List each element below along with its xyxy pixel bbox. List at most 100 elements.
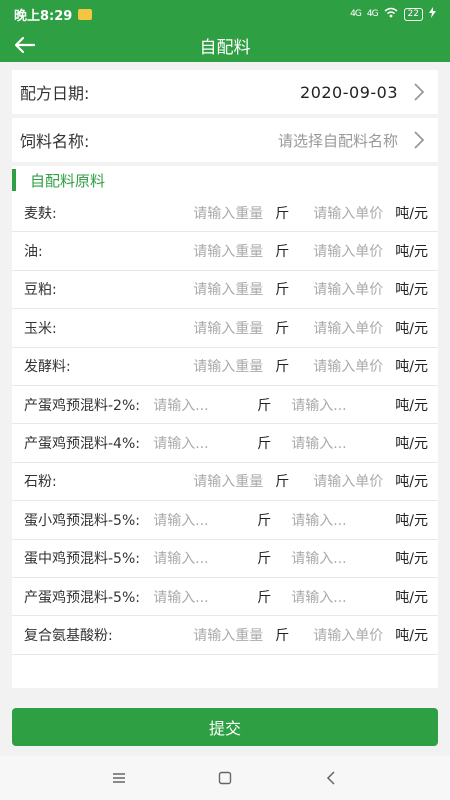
- chevron-right-icon: [408, 79, 430, 105]
- price-unit: 吨/元: [395, 359, 428, 376]
- ingredient-name: 产蛋鸡预混料-4%:: [24, 436, 140, 453]
- price-input[interactable]: 请输入单价: [313, 241, 383, 261]
- price-input[interactable]: 请输入...: [291, 587, 383, 607]
- ingredient-name: 产蛋鸡预混料-2%:: [24, 397, 140, 414]
- ingredient-row: 蛋中鸡预混料-5%: 请输入... 斤请输入... 吨/元: [12, 540, 438, 578]
- status-icons: 4G 4G 22: [350, 7, 436, 21]
- date-value: 2020-09-03: [300, 82, 398, 102]
- price-input[interactable]: 请输入...: [291, 433, 383, 453]
- weight-input[interactable]: 请输入...: [153, 510, 245, 530]
- menu-icon[interactable]: [107, 766, 131, 790]
- ingredient-name: 复合氨基酸粉:: [24, 627, 113, 644]
- ingredient-name: 豆粕:: [24, 282, 57, 299]
- ingredient-name: 石粉:: [24, 474, 57, 491]
- ingredient-row: 复合氨基酸粉: 请输入重量斤 请输入单价 吨/元: [12, 616, 438, 655]
- feed-name-placeholder: 请选择自配料名称: [277, 131, 398, 150]
- weight-unit: 斤: [257, 589, 272, 606]
- price-unit: 吨/元: [395, 244, 428, 261]
- signal-icon: 4G: [350, 9, 362, 19]
- price-unit: 吨/元: [395, 320, 428, 337]
- ingredient-name: 麦麸:: [24, 205, 57, 222]
- ingredient-row: 油: 请输入重量斤 请输入单价 吨/元: [12, 232, 438, 271]
- price-unit: 吨/元: [395, 436, 428, 453]
- ingredient-row: 产蛋鸡预混料-5%: 请输入... 斤请输入... 吨/元: [12, 578, 438, 617]
- ingredient-name: 蛋中鸡预混料-5%:: [24, 551, 140, 568]
- price-input[interactable]: 请输入单价: [313, 356, 383, 376]
- status-bar: 晚上8:29 4G 4G 22: [0, 0, 450, 28]
- weight-unit: 斤: [275, 282, 290, 299]
- ingredient-row: 发酵料: 请输入重量斤 请输入单价 吨/元: [12, 348, 438, 386]
- weight-input[interactable]: 请输入重量: [193, 471, 263, 491]
- price-input[interactable]: 请输入单价: [313, 203, 383, 223]
- weight-input[interactable]: 请输入重量: [193, 625, 263, 645]
- weight-input[interactable]: 请输入...: [153, 548, 245, 568]
- page-title: 自配料: [199, 37, 251, 58]
- ingredient-row: 产蛋鸡预混料-2%: 请输入... 斤请输入... 吨/元: [12, 386, 438, 425]
- weight-unit: 斤: [275, 320, 290, 337]
- ingredient-name: 发酵料:: [24, 359, 71, 376]
- app-bar: 自配料: [0, 28, 450, 62]
- price-unit: 吨/元: [395, 512, 428, 529]
- ingredient-name: 蛋小鸡预混料-5%:: [24, 512, 140, 529]
- weight-unit: 斤: [275, 205, 290, 222]
- price-input[interactable]: 请输入...: [291, 510, 383, 530]
- arrow-left-icon: [15, 37, 35, 53]
- weight-unit: 斤: [275, 359, 290, 376]
- price-input[interactable]: 请输入单价: [313, 471, 383, 491]
- price-input[interactable]: 请输入单价: [313, 625, 383, 645]
- charging-icon: [429, 7, 436, 21]
- ingredient-row: 玉米: 请输入重量斤 请输入单价 吨/元: [12, 309, 438, 348]
- section-accent-bar: [12, 169, 16, 191]
- weight-unit: 斤: [257, 397, 272, 414]
- ingredients-card: 自配料原料 麦麸: 请输入重量斤请输入单价 吨/元 油: 请输入重量斤请输入单价 吨/元豆…: [12, 166, 438, 688]
- weight-unit: 斤: [257, 436, 272, 453]
- price-input[interactable]: 请输入单价: [313, 279, 383, 299]
- status-time: 晚上8:29: [14, 8, 73, 24]
- section-title: 自配料原料: [30, 171, 106, 190]
- weight-unit: 斤: [257, 551, 272, 568]
- price-unit: 吨/元: [395, 282, 428, 299]
- feed-name-field-row[interactable]: 饲料名称: 请选择自配料名称: [12, 118, 438, 162]
- price-unit: 吨/元: [395, 397, 428, 414]
- price-unit: 吨/元: [395, 474, 428, 491]
- weight-input[interactable]: 请输入...: [153, 433, 245, 453]
- section-header: 自配料原料: [12, 166, 438, 194]
- weight-unit: 斤: [275, 474, 290, 491]
- back-button[interactable]: [10, 31, 40, 59]
- notification-icon: [78, 8, 93, 20]
- weight-unit: 斤: [275, 627, 290, 644]
- ingredient-name: 油:: [24, 244, 43, 261]
- feed-name-label: 饲料名称:: [20, 132, 90, 151]
- weight-input[interactable]: 请输入重量: [193, 203, 263, 223]
- ingredient-name: 玉米:: [24, 320, 57, 337]
- chevron-right-icon: [408, 127, 430, 153]
- ingredient-row: 麦麸: 请输入重量斤 请输入单价 吨/元: [12, 194, 438, 233]
- ingredient-name: 产蛋鸡预混料-5%:: [24, 589, 140, 606]
- signal-icon-2: 4G: [366, 9, 379, 19]
- weight-input[interactable]: 请输入...: [153, 587, 245, 607]
- weight-input[interactable]: 请输入重量: [193, 318, 263, 338]
- back-nav-icon[interactable]: [319, 766, 343, 790]
- price-unit: 吨/元: [395, 589, 428, 606]
- wifi-icon: [384, 7, 398, 21]
- price-input[interactable]: 请输入...: [291, 395, 383, 415]
- battery-icon: 22: [403, 7, 423, 21]
- date-field-row[interactable]: 配方日期: 2020-09-03: [12, 70, 438, 114]
- weight-input[interactable]: 请输入重量: [193, 241, 263, 261]
- ingredient-row: 蛋小鸡预混料-5%: 请输入... 斤请输入... 吨/元: [12, 501, 438, 540]
- home-icon[interactable]: [213, 766, 237, 790]
- date-label: 配方日期:: [20, 84, 90, 103]
- weight-input[interactable]: 请输入重量: [193, 279, 263, 299]
- price-input[interactable]: 请输入单价: [313, 318, 383, 338]
- ingredient-row: 石粉: 请输入重量斤 请输入单价 吨/元: [12, 463, 438, 502]
- weight-unit: 斤: [257, 512, 272, 529]
- weight-input[interactable]: 请输入...: [153, 395, 245, 415]
- price-input[interactable]: 请输入...: [291, 548, 383, 568]
- ingredient-row: 产蛋鸡预混料-4%: 请输入... 斤请输入... 吨/元: [12, 424, 438, 463]
- weight-input[interactable]: 请输入重量: [193, 356, 263, 376]
- price-unit: 吨/元: [395, 627, 428, 644]
- price-unit: 吨/元: [395, 551, 428, 568]
- submit-button[interactable]: 提交: [12, 708, 438, 746]
- ingredient-row: 豆粕: 请输入重量斤 请输入单价 吨/元: [12, 271, 438, 310]
- ingredient-list: 麦麸: 请输入重量斤请输入单价 吨/元 油: 请输入重量斤请输入单价 吨/元 豆粕: 请输入重…: [12, 194, 438, 655]
